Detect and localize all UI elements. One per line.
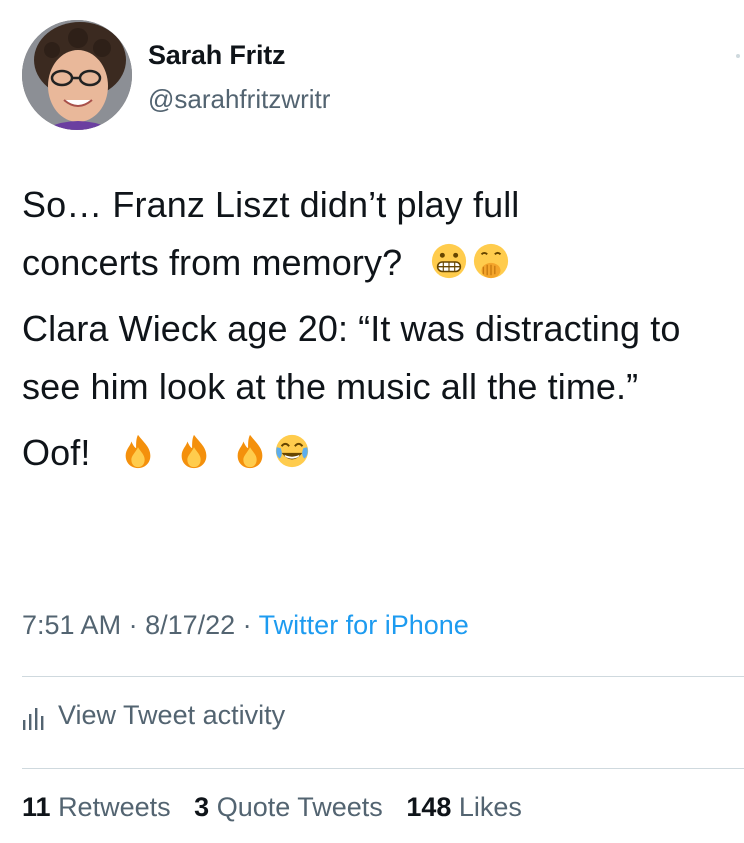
tweet-line-2: concerts from memory? [22,242,403,283]
retweets-count: 11 [22,792,51,822]
quote-tweets-label: Quote Tweets [216,792,383,822]
retweets-label: Retweets [58,792,171,822]
tweet-paragraph-3: Oof! [22,424,722,482]
tweet-stats: 11 Retweets 3 Quote Tweets 148 Likes [22,792,538,823]
tweet-time[interactable]: 7:51 AM [22,610,121,640]
author-name[interactable]: Sarah Fritz [148,40,286,71]
face-with-tears-of-joy-icon [273,432,311,470]
view-tweet-activity-button[interactable]: View Tweet activity [22,700,285,731]
fire-icon [119,432,157,470]
tweet-date[interactable]: 8/17/22 [145,610,235,640]
avatar-image [22,20,132,130]
bar-chart-icon [23,707,44,730]
divider [22,768,744,769]
avatar[interactable] [22,20,132,130]
quote-tweets-count: 3 [194,792,210,822]
face-with-hand-over-mouth-icon [472,242,510,280]
likes-stat[interactable]: 148 Likes [406,792,522,822]
retweets-stat[interactable]: 11 Retweets [22,792,171,822]
fire-icon [175,432,213,470]
meta-separator: · [121,610,146,640]
tweet-line-oof: Oof! [22,432,91,473]
view-tweet-activity-label: View Tweet activity [58,700,286,730]
quote-tweets-stat[interactable]: 3 Quote Tweets [194,792,383,822]
author-handle[interactable]: @sarahfritzwritr [148,84,330,115]
meta-separator: · [235,610,259,640]
likes-count: 148 [406,792,452,822]
fire-icon [231,432,269,470]
tweet-metadata: 7:51 AM · 8/17/22 · Twitter for iPhone [22,610,469,641]
more-options-icon[interactable] [736,54,740,58]
tweet-text: So… Franz Liszt didn’t play full concert… [22,176,722,482]
tweet-header: Sarah Fritz @sarahfritzwritr [22,20,744,132]
tweet-paragraph-2: Clara Wieck age 20: “It was distracting … [22,308,681,407]
tweet-paragraph-1: So… Franz Liszt didn’t play full concert… [22,176,722,292]
tweet-line-1: So… Franz Liszt didn’t play full [22,184,520,225]
likes-label: Likes [458,792,522,822]
tweet-source-link[interactable]: Twitter for iPhone [259,610,469,640]
grimacing-face-icon [430,242,468,280]
divider [22,676,744,677]
